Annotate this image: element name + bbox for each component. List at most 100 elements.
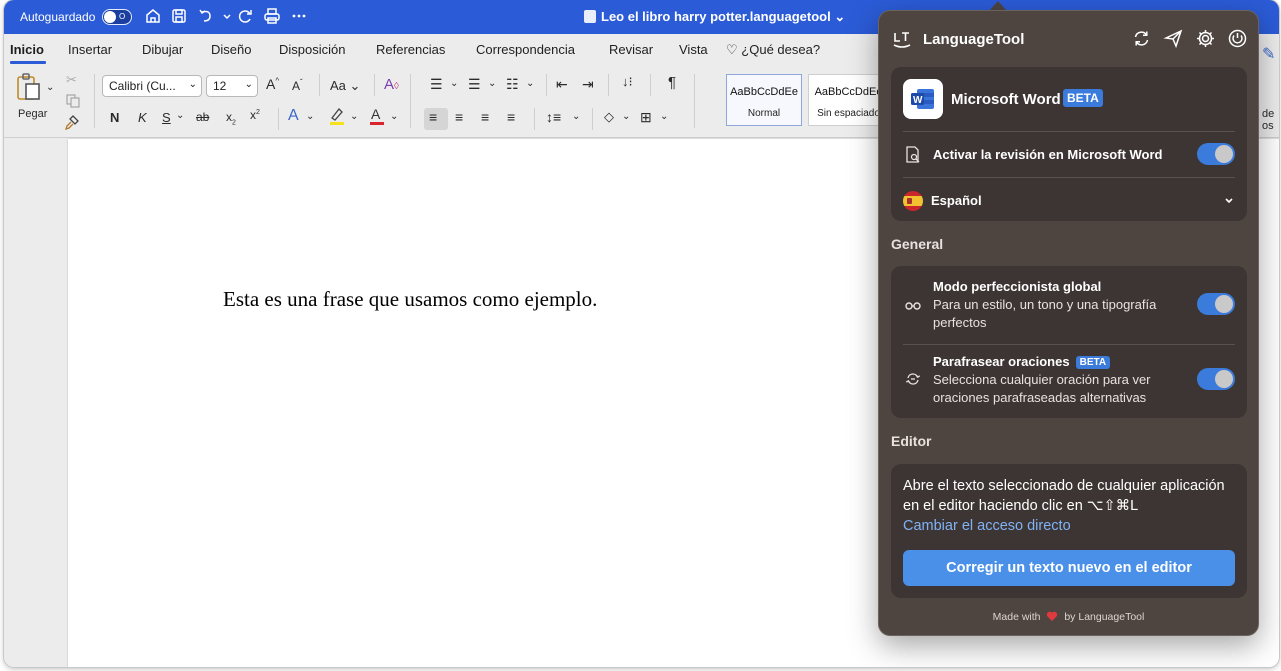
send-feedback-icon[interactable] <box>1163 28 1184 49</box>
show-marks-icon[interactable]: ¶ <box>668 74 676 91</box>
font-size-select[interactable]: 12 ⌄ <box>206 75 258 97</box>
align-center-icon[interactable]: ≡ <box>455 109 463 125</box>
text-effects-icon[interactable]: A <box>288 107 299 125</box>
languagetool-title: LanguageTool <box>923 31 1025 48</box>
activate-review-toggle[interactable] <box>1197 143 1235 165</box>
app-name: Microsoft Word <box>951 91 1061 108</box>
cut-icon[interactable]: ✂ <box>66 72 77 88</box>
shading-chevron-icon[interactable]: ⌄ <box>622 111 630 122</box>
grow-font-icon[interactable]: A^ <box>266 76 279 92</box>
increase-indent-icon[interactable]: ⇥ <box>582 76 594 93</box>
ribbon-separator <box>694 74 695 128</box>
font-color-chevron-icon[interactable]: ⌄ <box>390 111 398 122</box>
multilevel-list-icon[interactable]: ☷ <box>506 76 519 93</box>
chevron-down-icon: ⌄ <box>188 79 197 90</box>
tab-correspondencia[interactable]: Correspondencia <box>476 42 575 57</box>
paste-icon[interactable] <box>14 72 44 105</box>
undo-dropdown-chevron-icon[interactable] <box>218 7 231 25</box>
print-icon[interactable] <box>263 7 281 25</box>
home-icon[interactable] <box>144 7 162 25</box>
multilevel-chevron-icon[interactable]: ⌄ <box>526 78 534 89</box>
document-text[interactable]: Esta es una frase que usamos como ejempl… <box>223 287 597 312</box>
style-normal[interactable]: AaBbCcDdEe Normal <box>726 74 802 126</box>
tab-insertar[interactable]: Insertar <box>68 42 112 57</box>
editor-pen-icon[interactable]: ✎ <box>1262 44 1275 64</box>
language-select[interactable]: Español <box>931 193 982 208</box>
align-left-icon[interactable]: ≡ <box>429 109 437 125</box>
align-right-icon[interactable]: ≡ <box>481 109 489 125</box>
tab-revisar[interactable]: Revisar <box>609 42 653 57</box>
ribbon-separator <box>534 108 535 130</box>
paste-label: Pegar <box>18 108 48 120</box>
document-title[interactable]: Leo el libro harry potter.languagetool ⌄ <box>584 9 845 25</box>
open-editor-button[interactable]: Corregir un texto nuevo en el editor <box>903 550 1235 586</box>
tab-diseno[interactable]: Diseño <box>211 42 251 57</box>
tab-dibujar[interactable]: Dibujar <box>142 42 183 57</box>
chevron-down-icon[interactable] <box>1223 193 1235 205</box>
font-color-icon[interactable]: A <box>368 106 386 129</box>
redo-icon[interactable] <box>236 7 254 25</box>
languagetool-logo-icon <box>892 29 912 49</box>
decrease-indent-icon[interactable]: ⇤ <box>556 76 568 93</box>
line-spacing-chevron-icon[interactable]: ⌄ <box>572 111 580 122</box>
save-icon[interactable] <box>170 7 188 25</box>
lightbulb-icon: ♡ <box>726 42 738 57</box>
borders-chevron-icon[interactable]: ⌄ <box>660 111 668 122</box>
text-effects-chevron-icon[interactable]: ⌄ <box>306 111 314 122</box>
editor-description-text: Abre el texto seleccionado de cualquier … <box>903 478 1225 514</box>
clear-formatting-icon[interactable]: A◊ <box>384 76 399 93</box>
numbering-chevron-icon[interactable]: ⌄ <box>488 78 496 89</box>
autosave-toggle[interactable]: O <box>102 9 132 25</box>
shrink-font-icon[interactable]: Aˇ <box>292 78 303 93</box>
ribbon-separator <box>278 108 279 130</box>
borders-icon[interactable]: ⊞ <box>640 109 652 126</box>
svg-text:W: W <box>913 95 923 106</box>
document-icon <box>584 10 596 23</box>
paste-dropdown-chevron-icon[interactable]: ⌄ <box>46 82 54 93</box>
numbering-icon[interactable]: ☰ <box>468 76 481 93</box>
superscript-button[interactable]: x2 <box>250 108 260 122</box>
tab-vista[interactable]: Vista <box>679 42 708 57</box>
bullets-icon[interactable]: ☰ <box>430 76 443 93</box>
shading-icon[interactable]: ◇ <box>604 109 614 125</box>
editor-description: Abre el texto seleccionado de cualquier … <box>903 476 1235 536</box>
tell-me-search[interactable]: ♡ ¿Qué desea? <box>726 42 820 58</box>
tab-referencias[interactable]: Referencias <box>376 42 445 57</box>
style-sin-espaciado[interactable]: AaBbCcDdEe Sin espaciado <box>808 74 888 126</box>
tab-inicio[interactable]: Inicio <box>10 42 44 57</box>
sort-icon[interactable]: ↓⁝ <box>622 74 633 90</box>
paraphrase-toggle[interactable] <box>1197 368 1235 390</box>
line-spacing-icon[interactable]: ↕≡ <box>546 109 561 125</box>
footer-by[interactable]: by LanguageTool <box>1064 611 1144 623</box>
underline-dropdown-chevron-icon[interactable]: ⌄ <box>176 110 184 121</box>
italic-button[interactable]: K <box>138 110 147 125</box>
refresh-icon[interactable] <box>1131 28 1152 49</box>
app-beta-badge: BETA <box>1063 89 1103 107</box>
perfectionist-toggle[interactable] <box>1197 293 1235 315</box>
style-name: Normal <box>747 108 781 119</box>
undo-icon[interactable] <box>197 7 215 25</box>
change-case-button[interactable]: Aa ⌄ <box>330 78 360 94</box>
ribbon-separator <box>319 74 320 96</box>
ribbon-separator <box>546 74 547 96</box>
settings-gear-icon[interactable] <box>1195 28 1216 49</box>
highlight-icon[interactable] <box>328 106 346 129</box>
copy-icon[interactable] <box>66 94 80 111</box>
justify-icon[interactable]: ≡ <box>507 109 515 125</box>
paraphrase-title: Parafrasear oraciones BETA <box>933 354 1111 369</box>
svg-text:A: A <box>371 106 381 122</box>
bold-button[interactable]: N <box>110 110 119 125</box>
font-name-select[interactable]: Calibri (Cu... ⌄ <box>102 75 202 97</box>
strikethrough-button[interactable]: ab <box>196 110 209 124</box>
highlight-chevron-icon[interactable]: ⌄ <box>350 111 358 122</box>
underline-button[interactable]: S <box>162 110 171 125</box>
bullets-chevron-icon[interactable]: ⌄ <box>450 78 458 89</box>
ribbon-separator <box>94 74 95 128</box>
subscript-button[interactable]: x2 <box>226 110 236 126</box>
format-painter-icon[interactable] <box>64 114 80 133</box>
tab-disposicion[interactable]: Disposición <box>279 42 345 57</box>
power-icon[interactable] <box>1227 28 1248 49</box>
change-shortcut-link[interactable]: Cambiar el acceso directo <box>903 518 1071 534</box>
more-icon[interactable] <box>290 7 308 25</box>
general-section-title: General <box>891 236 944 252</box>
